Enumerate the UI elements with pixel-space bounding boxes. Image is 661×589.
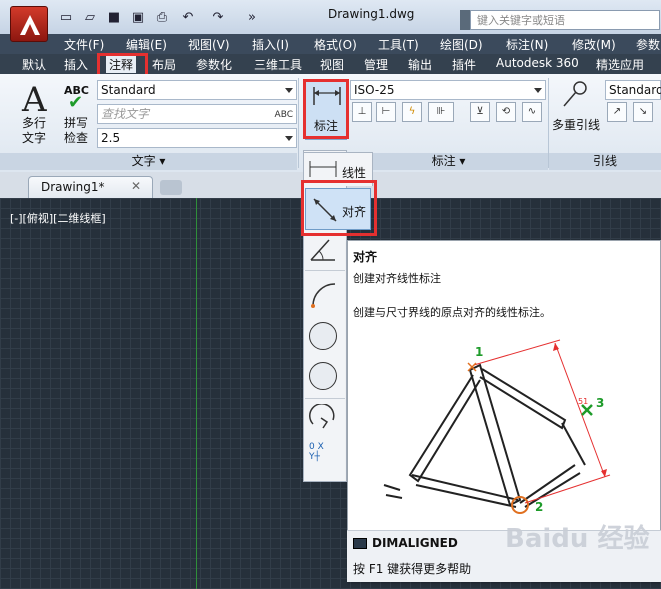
document-tab-label: Drawing1* [41,180,105,194]
search-input[interactable]: 键入关键字或短语 [470,10,660,30]
panel-separator [298,78,299,168]
menu-item-linear-label: 线性 [342,166,367,180]
document-title: Drawing1.dwg [328,7,415,21]
tab-view[interactable]: 视图 [320,56,344,73]
text-height-select[interactable]: 2.5 [97,128,297,148]
application-menu-button[interactable] [10,6,48,42]
diagram-point-1: 1 [475,345,484,359]
viewport-label[interactable]: [-][俯视][二维线框] [10,210,106,226]
tab-plugins[interactable]: 插件 [452,56,476,73]
menu-draw[interactable]: 绘图(D) [440,36,483,53]
menu-format[interactable]: 格式(O) [314,36,357,53]
tooltip-command: DIMALIGNED [372,536,458,550]
highlight-dimension-button [303,79,349,139]
jogged-dimension-icon[interactable] [309,403,337,432]
diagram-point-2: 2 [535,500,544,514]
baseline-dimension-icon[interactable]: ⊢ [376,102,396,122]
tab-manage[interactable]: 管理 [364,56,388,73]
tab-parametric[interactable]: 参数化 [196,56,232,73]
highlight-aligned-item [301,180,377,236]
chevron-down-icon [285,136,293,141]
text-panel-title[interactable]: 文字 ▾ [0,153,297,170]
aligned-dimension-diagram [383,339,611,514]
tab-default[interactable]: 默认 [22,56,46,73]
command-line-icon [353,538,367,549]
text-height-value: 2.5 [101,131,121,145]
ucs-y-axis-line [196,198,197,589]
remove-leader-icon[interactable]: ↘ [633,102,653,122]
chevron-down-icon [534,88,542,93]
tab-featured-apps[interactable]: 精选应用 [596,56,644,73]
dimension-break-icon[interactable]: ϟ [402,102,422,122]
ordinate-dimension-icon[interactable]: 0 X Y┼ [309,442,337,472]
quick-dimension-icon[interactable]: ⊥ [352,102,372,122]
new-tab-button[interactable] [160,180,182,195]
print-icon[interactable]: ⎙ [154,10,170,26]
tooltip-description: 创建与尺寸界线的原点对齐的线性标注。 [353,306,551,319]
menu-tools[interactable]: 工具(T) [378,36,419,53]
tooltip-subtitle: 创建对齐线性标注 [353,272,441,285]
radius-dimension-icon[interactable] [309,322,337,350]
tab-insert[interactable]: 插入 [64,56,88,73]
close-icon[interactable]: ✕ [131,179,141,193]
open-file-icon[interactable]: ▱ [82,10,98,26]
diagram-point-3: 3 [596,396,605,410]
dimension-panel-title[interactable]: 标注 ▾ [349,153,548,170]
menu-file[interactable]: 文件(F) [64,36,104,53]
tooltip-help: 按 F1 键获得更多帮助 [353,562,472,576]
search-handle [460,10,470,30]
menu-view[interactable]: 视图(V) [188,36,230,53]
menu-divider [305,398,345,399]
menu-modify[interactable]: 修改(M) [572,36,616,53]
multileader-label[interactable]: 多重引线 [552,116,600,133]
text-style-value: Standard [101,83,156,97]
menu-dimension[interactable]: 标注(N) [506,36,548,53]
dimension-style-value: ISO-25 [354,83,395,97]
find-text-placeholder: 查找文字 [101,107,150,121]
diagram-dimension-value: 51 [578,397,589,406]
quick-access-more-icon[interactable]: » [244,10,260,26]
watermark: Baidu 经验 [505,524,650,554]
inspect-dimension-icon[interactable]: ⊻ [470,102,490,122]
checkmark-icon: ✔ [68,92,84,113]
autocad-logo-icon [20,15,40,35]
tab-output[interactable]: 输出 [408,56,432,73]
find-abc-icon[interactable]: ABC [275,106,293,124]
undo-icon[interactable]: ↶ [180,10,196,26]
redo-icon[interactable]: ↷ [210,10,226,26]
chevron-down-icon [285,88,293,93]
menu-insert[interactable]: 插入(I) [252,36,289,53]
document-tab[interactable]: Drawing1* ✕ [28,176,153,198]
add-leader-icon[interactable]: ↗ [607,102,627,122]
arc-length-icon[interactable] [309,280,337,308]
continue-dimension-icon[interactable]: ⊪ [428,102,454,122]
dimension-style-select[interactable]: ISO-25 [350,80,546,100]
tab-layout[interactable]: 布局 [152,56,176,73]
diameter-dimension-icon[interactable] [309,362,337,390]
multileader-icon[interactable] [560,80,590,110]
find-text-input[interactable]: 查找文字 ABC [97,104,297,124]
spell-check-button-label[interactable]: 拼写 检查 [64,116,88,146]
menu-divider [305,270,345,271]
update-dimension-icon[interactable]: ⟲ [496,102,516,122]
multileader-style-value: Standard [609,83,661,97]
new-file-icon[interactable]: ▭ [58,10,74,26]
mtext-icon[interactable]: A [22,80,47,120]
text-style-select[interactable]: Standard [97,80,297,100]
multileader-style-select[interactable]: Standard [605,80,661,100]
tooltip-title: 对齐 [353,250,378,264]
angular-dimension-icon[interactable] [309,238,337,262]
leader-panel-title[interactable]: 引线 [549,153,661,170]
mtext-button-label[interactable]: 多行 文字 [22,116,46,146]
save-as-icon[interactable]: ▣ [130,10,146,26]
tab-autodesk-360[interactable]: Autodesk 360 [496,56,579,70]
menu-param[interactable]: 参数 [636,36,660,53]
linear-dimension-icon [309,161,337,177]
save-icon[interactable]: ■ [106,10,122,26]
tab-3d-tools[interactable]: 三维工具 [254,56,302,73]
jog-line-icon[interactable]: ∿ [522,102,542,122]
menu-edit[interactable]: 编辑(E) [126,36,167,53]
